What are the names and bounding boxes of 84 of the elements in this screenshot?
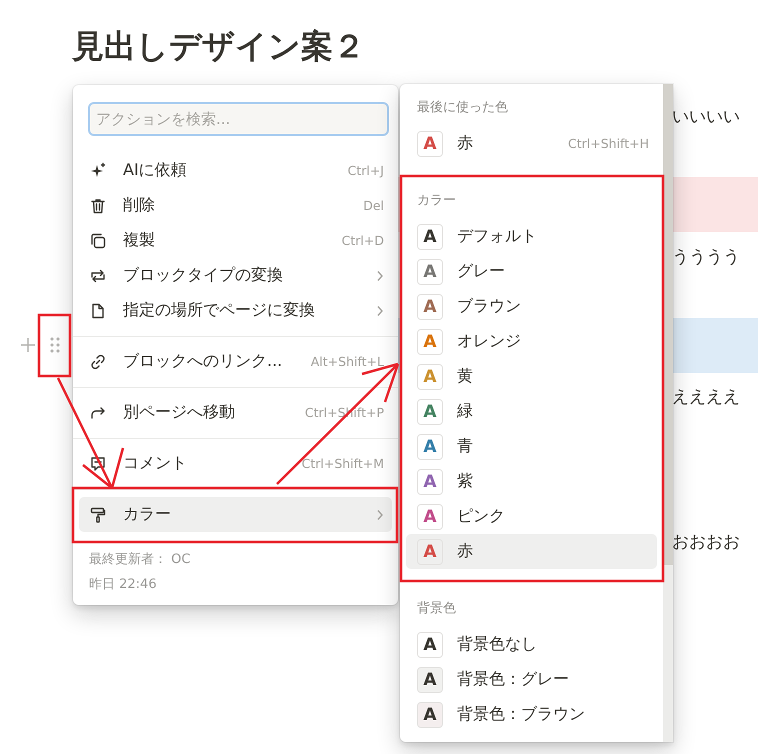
text-color-swatch: A (417, 504, 443, 530)
body-text: うううう (672, 246, 740, 269)
color-option[interactable]: A 紫 (406, 464, 657, 499)
color-option[interactable]: A ピンク (406, 499, 657, 534)
section-heading: 背景色 (416, 600, 457, 618)
section-heading: 最後に使った色 (416, 99, 509, 117)
text-color-swatch: A (417, 538, 443, 564)
menu-item-label: 別ページへ移動 (123, 402, 235, 423)
section-heading: カラー (416, 192, 457, 210)
color-option[interactable]: A 緑 (406, 394, 657, 429)
menu-item[interactable]: ブロックタイプの変換 (79, 258, 392, 293)
menu-item[interactable]: 削除 Del (79, 188, 392, 223)
color-label: ブラウン (457, 296, 521, 317)
color-option[interactable]: A デフォルト (406, 219, 657, 254)
footer-text: 昨日 22:46 (89, 576, 158, 594)
menu-item-label: 削除 (123, 195, 155, 216)
color-option[interactable]: A 背景色：ブラウン (406, 697, 657, 732)
page-title: 見出しデザイン案２ (72, 26, 365, 67)
body-text: いいいい (672, 106, 740, 129)
text-color-swatch: A (417, 294, 443, 320)
shortcut-text: Ctrl+Shift+H (568, 136, 649, 151)
copy-icon (89, 232, 107, 250)
text-color-swatch: A (417, 224, 443, 250)
color-label: オレンジ (457, 331, 521, 352)
add-icon[interactable] (20, 337, 36, 353)
color-label: 青 (457, 436, 473, 457)
color-label: 背景色なし (457, 634, 537, 655)
menu-item-label: AIに依頼 (123, 160, 187, 181)
color-label: 背景色：グレー (457, 669, 569, 690)
color-label: 紫 (457, 471, 473, 492)
link-icon (89, 352, 107, 370)
color-label: 緑 (457, 401, 473, 422)
color-label: 黄 (457, 366, 473, 387)
color-label: 赤 (457, 541, 473, 562)
background-swatch: A (417, 702, 443, 728)
shortcut-text: Alt+Shift+L (310, 354, 384, 369)
trash-icon (89, 196, 107, 214)
text-color-swatch: A (417, 130, 443, 156)
color-option[interactable]: A 赤 Ctrl+Shift+H (406, 126, 657, 161)
search-field[interactable]: アクションを検索... (88, 102, 389, 136)
menu-item[interactable]: コメント Ctrl+Shift+M (79, 446, 392, 481)
footer-text: 最終更新者： OC (89, 551, 192, 569)
background-swatch: A (417, 632, 443, 658)
background-swatch: A (417, 666, 443, 692)
text-color-swatch: A (417, 434, 443, 460)
menu-item-label: コメント (123, 453, 187, 474)
paint-roller-icon (89, 506, 107, 524)
menu-item-label: カラー (123, 504, 171, 525)
menu-item[interactable]: 指定の場所でページに変換 (79, 293, 392, 328)
color-option[interactable]: A 赤 (406, 534, 657, 569)
color-label: 背景色：ブラウン (457, 704, 585, 725)
body-text: おおおお (672, 531, 740, 554)
menu-item[interactable]: カラー (79, 497, 392, 532)
color-label: ピンク (457, 506, 505, 527)
menu-item-label: ブロックタイプの変換 (123, 265, 283, 286)
color-option[interactable]: A グレー (406, 254, 657, 289)
shortcut-text: Ctrl+D (342, 233, 384, 248)
color-label: デフォルト (457, 226, 537, 247)
color-label: グレー (457, 261, 505, 282)
menu-item[interactable]: AIに依頼 Ctrl+J (79, 153, 392, 188)
menu-item[interactable]: ブロックへのリンク... Alt+Shift+L (79, 344, 392, 379)
color-option[interactable]: A オレンジ (406, 324, 657, 359)
comment-icon (89, 454, 107, 472)
menu-item-label: 指定の場所でページに変換 (123, 300, 315, 321)
color-option[interactable]: A 青 (406, 429, 657, 464)
color-option[interactable]: A 黄 (406, 359, 657, 394)
color-option[interactable]: A ブラウン (406, 289, 657, 324)
text-color-swatch: A (417, 364, 443, 390)
menu-item-label: ブロックへのリンク... (123, 351, 282, 372)
shortcut-text: Del (363, 198, 384, 213)
body-text: ええええ (672, 386, 740, 409)
text-color-swatch: A (417, 258, 443, 284)
color-option[interactable]: A 背景色なし (406, 627, 657, 662)
text-color-swatch: A (417, 398, 443, 424)
shortcut-text: Ctrl+J (348, 163, 384, 178)
color-label: 赤 (457, 133, 473, 154)
text-color-swatch: A (417, 328, 443, 354)
color-option[interactable]: A 背景色：グレー (406, 662, 657, 697)
text-color-swatch: A (417, 468, 443, 494)
drag-handle-icon[interactable] (49, 336, 61, 354)
menu-item-label: 複製 (123, 230, 155, 251)
annotation-box (38, 314, 72, 378)
menu-item[interactable]: 複製 Ctrl+D (79, 223, 392, 258)
shortcut-text: Ctrl+Shift+M (302, 456, 384, 471)
